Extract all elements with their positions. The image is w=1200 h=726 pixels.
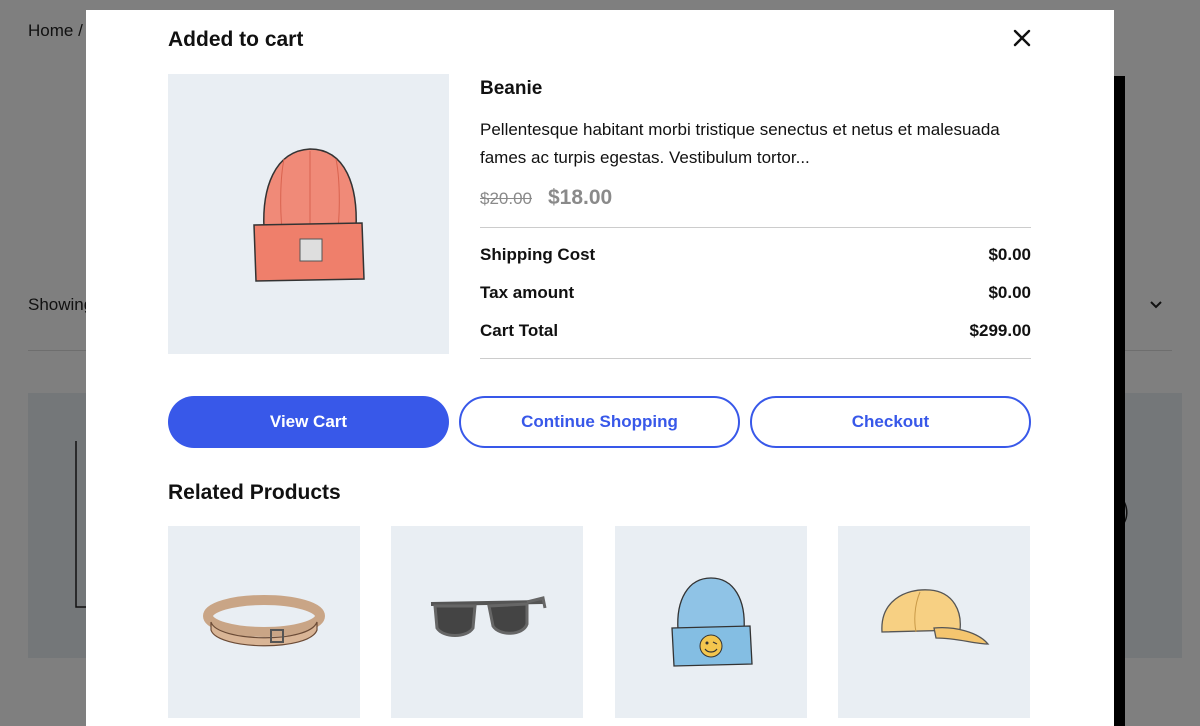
product-description: Pellentesque habitant morbi tristique se… bbox=[480, 120, 1000, 167]
belt-icon bbox=[203, 595, 325, 647]
sunglasses-icon bbox=[430, 596, 547, 637]
total-value: $299.00 bbox=[969, 321, 1031, 340]
total-value: $0.00 bbox=[988, 245, 1031, 264]
total-label: Cart Total bbox=[480, 321, 559, 340]
view-cart-button[interactable]: View Cart bbox=[168, 396, 449, 448]
related-product-cap[interactable] bbox=[838, 526, 1030, 718]
tax-amount-row: Tax amount $0.00 bbox=[480, 274, 1031, 312]
cap-icon bbox=[881, 589, 990, 645]
sale-price: $18.00 bbox=[548, 186, 613, 209]
close-icon[interactable] bbox=[1010, 26, 1034, 50]
scrollbar[interactable] bbox=[1114, 76, 1125, 726]
product-name[interactable]: Beanie bbox=[480, 78, 542, 100]
total-value: $0.00 bbox=[988, 283, 1031, 302]
regular-price: $20.00 bbox=[480, 189, 532, 208]
cart-total-row: Cart Total $299.00 bbox=[480, 312, 1031, 350]
beanie-icon bbox=[252, 148, 365, 282]
price: $20.00 $18.00 bbox=[480, 186, 612, 210]
related-product-beanie-with-logo[interactable] bbox=[615, 526, 807, 718]
beanie-with-logo-icon bbox=[671, 577, 753, 667]
modal-title: Added to cart bbox=[168, 28, 304, 51]
checkout-button[interactable]: Checkout bbox=[750, 396, 1031, 448]
related-products-heading: Related Products bbox=[168, 481, 341, 504]
related-product-sunglasses[interactable] bbox=[391, 526, 583, 718]
shipping-cost-row: Shipping Cost $0.00 bbox=[480, 236, 1031, 274]
total-label: Shipping Cost bbox=[480, 245, 596, 264]
product-image bbox=[168, 74, 449, 354]
continue-shopping-button[interactable]: Continue Shopping bbox=[459, 396, 740, 448]
cart-totals: Shipping Cost $0.00 Tax amount $0.00 Car… bbox=[480, 227, 1031, 359]
added-to-cart-modal: Added to cart Beanie Pellentesque habita… bbox=[86, 10, 1114, 726]
total-label: Tax amount bbox=[480, 283, 575, 302]
related-product-belt[interactable] bbox=[168, 526, 360, 718]
